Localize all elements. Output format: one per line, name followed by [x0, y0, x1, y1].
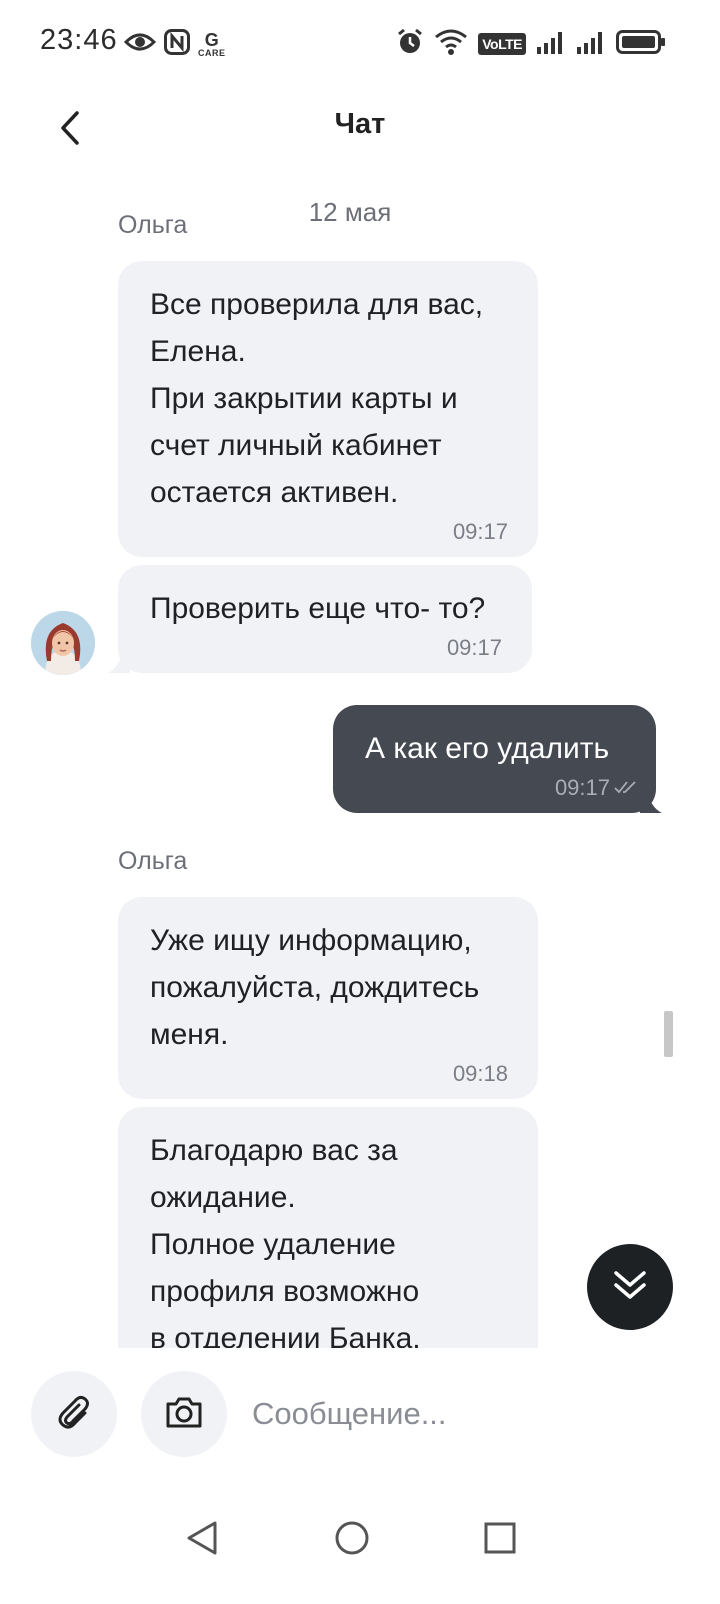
- nav-home-button[interactable]: [322, 1510, 382, 1570]
- home-circle-icon: [334, 1520, 370, 1561]
- message-bubble-incoming[interactable]: Все проверила для вас, Елена. При закрыт…: [118, 261, 538, 557]
- message-bubble-incoming[interactable]: Благодарю вас за ожидание. Полное удален…: [118, 1107, 538, 1348]
- message-time: 09:18: [452, 1061, 508, 1086]
- double-chevron-down-icon: [613, 1268, 647, 1307]
- system-nav-bar: [0, 1480, 720, 1604]
- message-time: 09:17: [554, 775, 610, 800]
- message-bubble-outgoing[interactable]: А как его удалить 09:17: [333, 705, 656, 813]
- scrollbar-thumb[interactable]: [664, 1011, 673, 1057]
- avatar: [31, 611, 95, 675]
- nav-recents-button[interactable]: [470, 1510, 530, 1570]
- message-text: Все проверила для вас, Елена. При закрыт…: [150, 288, 484, 509]
- camera-button[interactable]: [141, 1371, 227, 1457]
- attach-button[interactable]: [31, 1371, 117, 1457]
- status-bar: 23:46 G CARE VoLTE: [0, 0, 720, 90]
- date-separator: 12 мая: [308, 197, 392, 227]
- sender-name: Ольга: [118, 211, 188, 239]
- camera-icon: [164, 1394, 204, 1435]
- top-bar: Чат: [0, 90, 720, 170]
- g-care-icon: G CARE: [198, 29, 226, 58]
- message-time: 09:17: [452, 519, 508, 544]
- message-input[interactable]: [250, 1380, 694, 1448]
- signal-icon: [536, 29, 566, 60]
- nfc-icon: [164, 28, 190, 60]
- nav-back-button[interactable]: [172, 1510, 232, 1570]
- message-time: 09:17: [446, 635, 502, 660]
- message-text: Проверить еще что- то?: [150, 592, 486, 625]
- chat-area[interactable]: 12 мая Ольга Все проверила для вас, Елен…: [0, 175, 720, 1348]
- message-text: Благодарю вас за ожидание. Полное удален…: [150, 1134, 421, 1348]
- message-bubble-incoming[interactable]: Проверить еще что- то? 09:17: [118, 565, 532, 673]
- message-text: А как его удалить: [365, 732, 610, 765]
- message-text: Уже ищу информацию, пожалуйста, дождитес…: [150, 924, 480, 1051]
- battery-icon: [616, 29, 666, 60]
- read-checkmarks-icon: [614, 780, 640, 799]
- status-left-icons: G CARE: [123, 26, 226, 62]
- status-time: 23:46: [40, 24, 118, 56]
- message-composer: [0, 1348, 720, 1480]
- bubble-tail: [108, 651, 130, 673]
- scroll-to-bottom-button[interactable]: [587, 1244, 673, 1330]
- bubble-tail: [640, 791, 662, 813]
- status-right-icons: VoLTE: [396, 26, 666, 62]
- back-triangle-icon: [185, 1520, 219, 1561]
- sender-name: Ольга: [118, 847, 188, 875]
- recents-square-icon: [483, 1521, 517, 1560]
- wifi-icon: [434, 28, 468, 61]
- message-bubble-incoming[interactable]: Уже ищу информацию, пожалуйста, дождитес…: [118, 897, 538, 1099]
- volte-icon: VoLTE: [478, 33, 526, 55]
- eye-icon: [123, 31, 157, 58]
- paperclip-icon: [55, 1393, 93, 1436]
- signal-icon: [576, 29, 606, 60]
- page-title: Чат: [334, 108, 386, 140]
- alarm-icon: [396, 28, 424, 61]
